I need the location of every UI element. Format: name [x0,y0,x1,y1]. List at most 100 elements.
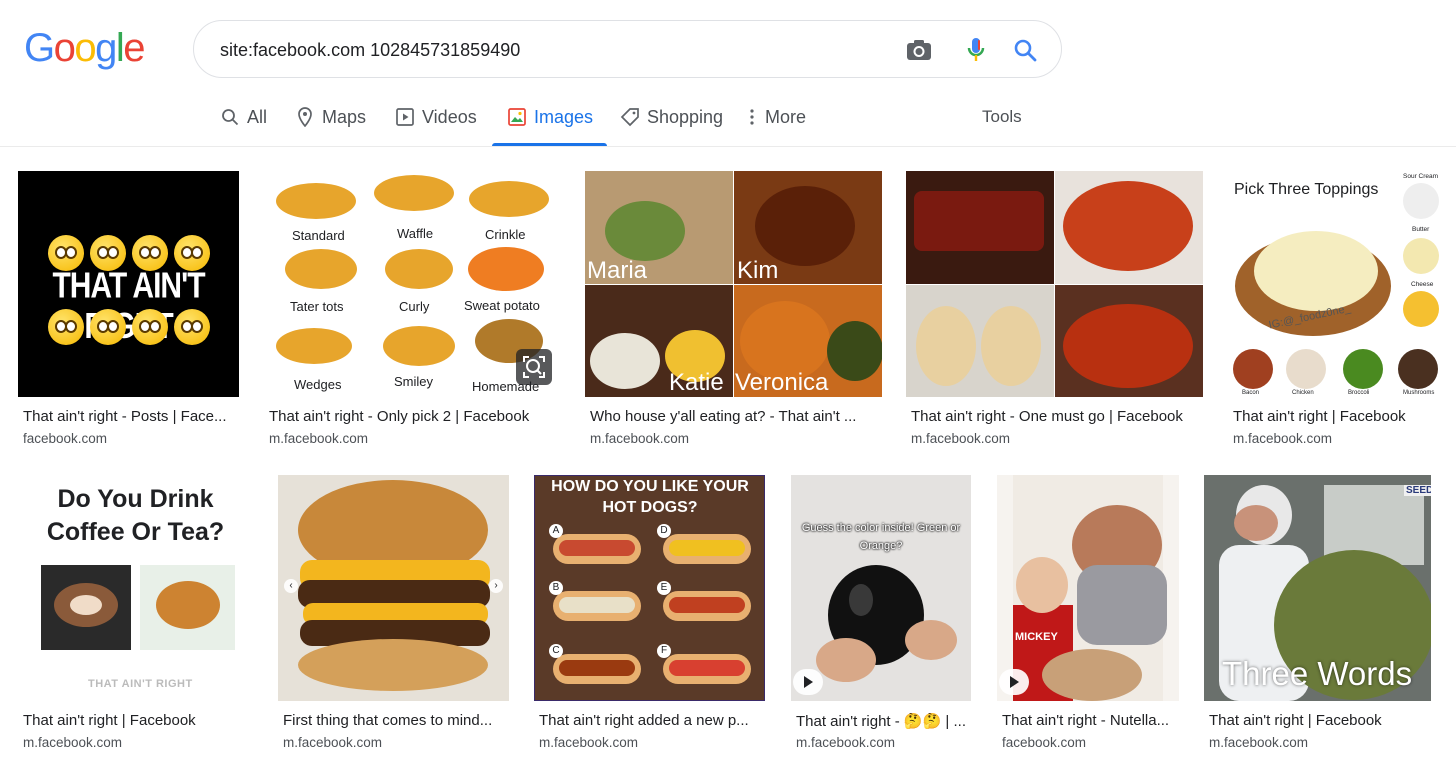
result-source[interactable]: m.facebook.com [1233,431,1332,446]
image-result[interactable]: Pick Three Toppings IG:@_foodz0ne_ Sour … [1228,171,1450,451]
tab-videos[interactable]: Videos [394,88,477,146]
logo-letter: o [53,26,76,70]
image-result[interactable]: SEED Three Words That ain't right | Face… [1204,475,1454,755]
image-result[interactable]: That ain't right - One must go | Faceboo… [906,171,1206,451]
thumbnail-label: Bacon [1242,390,1260,396]
thumbnail-label: Sweat potato [464,298,540,313]
image-result[interactable]: Standard Waffle Crinkle Tater tots Curly… [264,171,564,451]
image-icon [506,106,528,128]
google-logo[interactable]: Google [24,26,145,70]
result-thumbnail[interactable]: THAT AIN'T RIGHT [18,171,239,397]
thumbnail-footer: THAT AIN'T RIGHT [88,678,193,690]
tab-more[interactable]: More [745,88,806,146]
tab-maps[interactable]: Maps [294,88,366,146]
tab-label: Shopping [647,106,724,127]
result-source[interactable]: m.facebook.com [911,431,1010,446]
thumbnail-label: Smiley [394,374,434,389]
result-source[interactable]: facebook.com [1002,735,1086,750]
lens-icon[interactable] [516,349,552,385]
tools-button[interactable]: Tools [982,88,1022,146]
thumbnail-label: Curly [399,299,430,314]
tab-all[interactable]: All [219,88,267,146]
result-title[interactable]: That ain't right - 🤔🤔 | ... [796,712,974,730]
thumbnail-label: Katie [669,369,724,396]
camera-icon[interactable] [904,35,934,65]
tab-label: Images [534,106,594,127]
result-title[interactable]: That ain't right - Only pick 2 | Faceboo… [269,408,559,425]
result-thumbnail[interactable]: MICKEY [997,475,1179,701]
tools-label: Tools [982,107,1022,126]
result-title[interactable]: That ain't right | Facebook [1233,408,1449,425]
result-thumbnail[interactable]: Guess the color inside! Green or Orange? [791,475,971,701]
result-thumbnail[interactable] [906,171,1203,397]
thumbnail-label: Mushrooms [1403,390,1435,396]
logo-letter: o [74,26,96,70]
tab-images[interactable]: Images [492,88,608,146]
image-result[interactable]: Guess the color inside! Green or Orange?… [791,475,977,755]
video-frame-image [816,565,957,682]
thumbnail-text: Three Words [1222,655,1413,692]
tab-label: More [765,106,807,127]
thumbnail-label: Crinkle [485,227,526,242]
result-source[interactable]: m.facebook.com [283,735,382,750]
emoji-row [18,309,239,350]
thumbnail-label: Cheese [1411,281,1434,288]
result-thumbnail[interactable]: Do You Drink Coffee Or Tea? THAT AIN'T R… [18,475,253,701]
result-thumbnail[interactable]: Standard Waffle Crinkle Tater tots Curly… [264,171,561,397]
image-result[interactable]: ‹ › First thing that comes to mind... m.… [278,475,514,755]
result-title[interactable]: Who house y'all eating at? - That ain't … [590,408,885,425]
coffee-tea-image [41,565,235,650]
result-source[interactable]: m.facebook.com [1209,735,1308,750]
image-result[interactable]: HOW DO YOU LIKE YOUR HOT DOGS? A B C D E… [534,475,770,755]
result-thumbnail[interactable]: SEED Three Words [1204,475,1431,701]
map-pin-icon [294,106,316,128]
play-icon[interactable] [999,669,1029,695]
result-title[interactable]: That ain't right added a new p... [539,712,765,729]
search-box[interactable] [193,20,1062,78]
result-title[interactable]: That ain't right | Facebook [23,712,253,729]
tab-label: Videos [422,106,477,127]
image-result[interactable]: Do You Drink Coffee Or Tea? THAT AIN'T R… [18,475,258,755]
result-thumbnail[interactable]: ‹ › [278,475,509,701]
result-title[interactable]: That ain't right - Posts | Face... [23,408,239,425]
result-source[interactable]: m.facebook.com [590,431,689,446]
next-image-icon[interactable]: › [489,579,503,593]
tab-label: Maps [322,106,367,127]
result-source[interactable]: m.facebook.com [23,735,122,750]
tab-shopping[interactable]: Shopping [619,88,723,146]
thumbnail-label: A [549,524,563,538]
result-thumbnail[interactable]: Pick Three Toppings IG:@_foodz0ne_ Sour … [1228,171,1449,397]
prev-image-icon[interactable]: ‹ [284,579,298,593]
thumbnail-text: Pick Three Toppings [1234,181,1379,198]
tag-icon [619,106,641,128]
thumbnail-label: E [657,581,671,595]
image-result[interactable]: THAT AIN'T RIGHT That ain't right - Post… [18,171,254,451]
result-thumbnail[interactable]: Maria Kim Katie Veronica [585,171,882,397]
search-icon [219,106,241,128]
search-input[interactable] [220,37,870,63]
thumbnail-text: MICKEY [1015,631,1058,643]
microphone-icon[interactable] [961,35,991,65]
image-result[interactable]: MICKEY That ain't right - Nutella... fac… [997,475,1183,755]
thumbnail-label: F [657,644,671,658]
result-source[interactable]: m.facebook.com [796,735,895,750]
thumbnail-label: Waffle [397,226,434,241]
result-source[interactable]: m.facebook.com [539,735,638,750]
burger-image [298,480,490,691]
result-title[interactable]: That ain't right | Facebook [1209,712,1431,729]
logo-letter: e [123,26,145,70]
result-title[interactable]: That ain't right - One must go | Faceboo… [911,408,1206,425]
result-title[interactable]: That ain't right - Nutella... [1002,712,1180,729]
video-frame-image [1013,475,1167,701]
thumbnail-label: SEED [1404,485,1431,496]
result-source[interactable]: facebook.com [23,431,107,446]
result-source[interactable]: m.facebook.com [269,431,368,446]
play-icon[interactable] [793,669,823,695]
result-thumbnail[interactable]: HOW DO YOU LIKE YOUR HOT DOGS? A B C D E… [534,475,765,701]
search-icon[interactable] [1010,35,1040,65]
image-result[interactable]: Maria Kim Katie Veronica Who house y'all… [585,171,885,451]
thumbnail-label: Kim [737,257,779,284]
logo-letter: G [24,26,55,70]
result-title[interactable]: First thing that comes to mind... [283,712,509,729]
more-vert-icon [745,106,759,128]
